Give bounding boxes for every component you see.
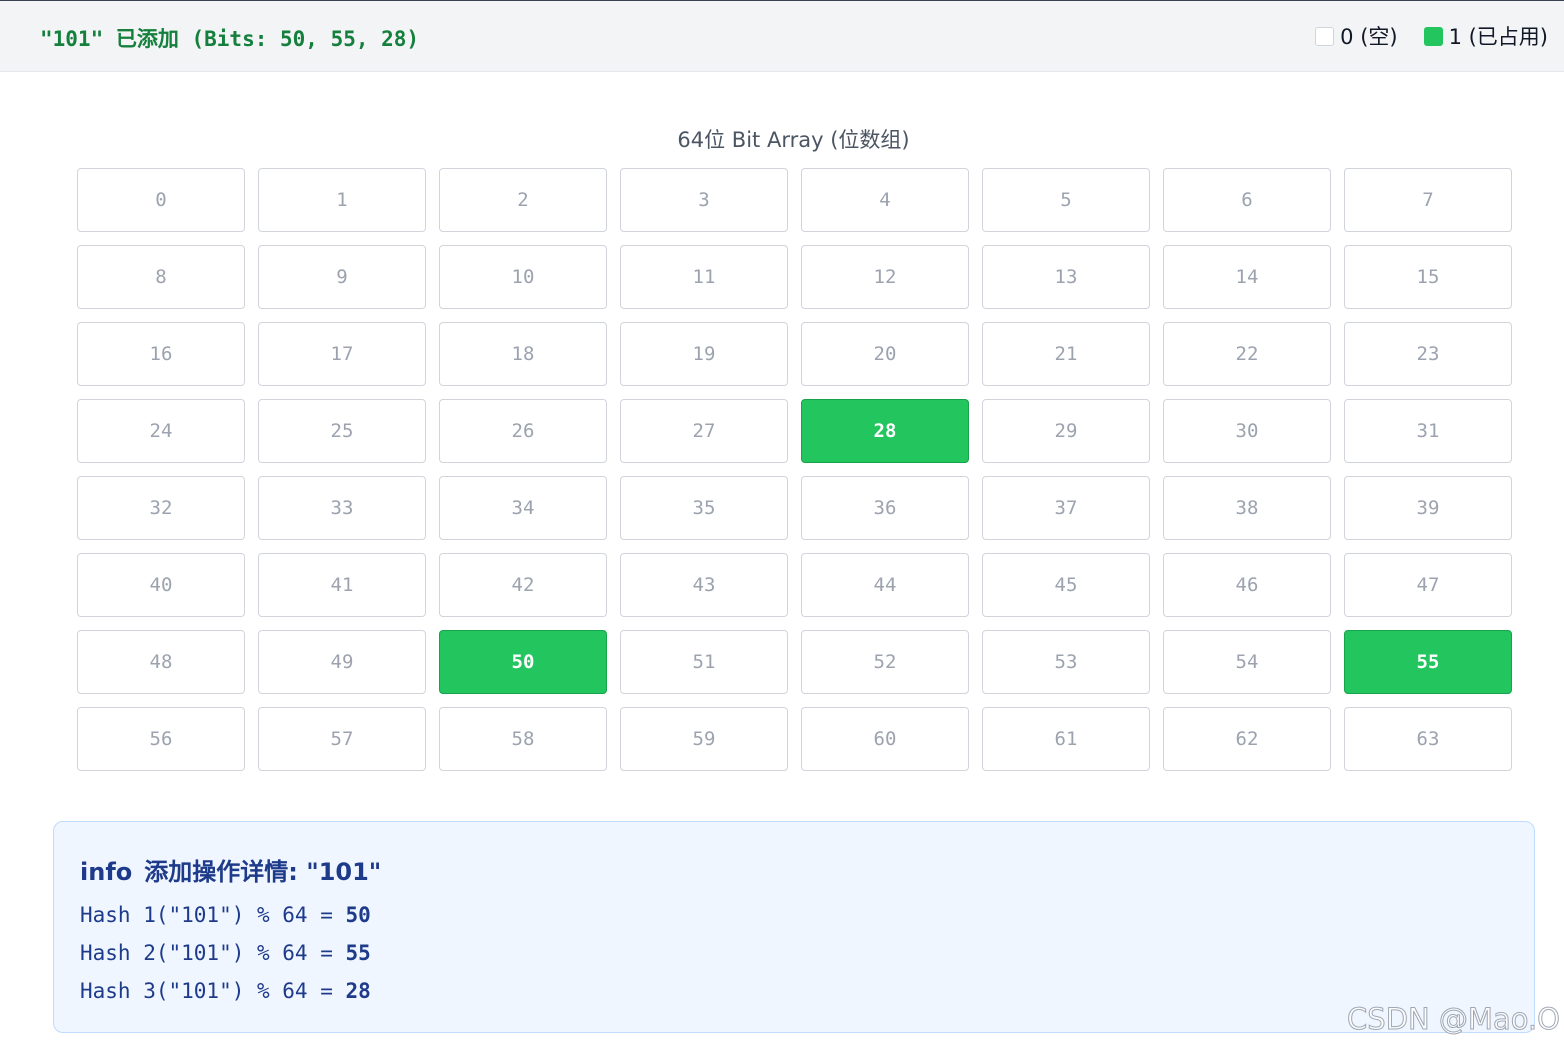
header-bar: "101" 已添加 (Bits: 50, 55, 28) 0 (空) 1 (已占… [0,0,1564,72]
bit-cell: 5 [982,168,1150,232]
hash-line: Hash 1("101") % 64 = 50 [80,902,371,940]
bit-cell: 35 [620,476,788,540]
bit-cell: 49 [258,630,426,694]
bit-cell: 58 [439,707,607,771]
bit-cell: 52 [801,630,969,694]
bit-cell: 11 [620,245,788,309]
bit-cell: 41 [258,553,426,617]
bit-cell: 12 [801,245,969,309]
bit-cell: 57 [258,707,426,771]
status-message: "101" 已添加 (Bits: 50, 55, 28) [40,27,420,51]
bit-cell: 45 [982,553,1150,617]
bit-cell: 44 [801,553,969,617]
bit-cell: 53 [982,630,1150,694]
bit-cell: 24 [77,399,245,463]
legend-item-used: 1 (已占用) [1423,21,1548,51]
hash-expression: Hash 2("101") % 64 = [80,941,346,965]
bit-cell: 27 [620,399,788,463]
hash-list: Hash 1("101") % 64 = 50 Hash 2("101") % … [80,902,371,1016]
bit-cell: 1 [258,168,426,232]
bit-cell: 37 [982,476,1150,540]
bit-cell: 7 [1344,168,1512,232]
hash-line: Hash 2("101") % 64 = 55 [80,940,371,978]
bit-cell: 34 [439,476,607,540]
bit-cell: 23 [1344,322,1512,386]
hash-line: Hash 3("101") % 64 = 28 [80,978,371,1016]
bit-cell-active: 55 [1344,630,1512,694]
bit-cell: 16 [77,322,245,386]
bit-cell: 25 [258,399,426,463]
bit-cell: 38 [1163,476,1331,540]
bit-cell: 59 [620,707,788,771]
info-title: info 添加操作详情: "101" [80,852,381,887]
bit-cell: 10 [439,245,607,309]
bit-cell: 40 [77,553,245,617]
bit-cell: 17 [258,322,426,386]
legend-label-used: 1 (已占用) [1448,25,1548,49]
bit-cell: 39 [1344,476,1512,540]
legend: 0 (空) 1 (已占用) [1289,21,1548,51]
bit-cell: 32 [77,476,245,540]
bit-cell: 36 [801,476,969,540]
hash-expression: Hash 3("101") % 64 = [80,979,346,1003]
bit-cell: 54 [1163,630,1331,694]
bit-cell: 33 [258,476,426,540]
info-title-text: 添加操作详情: "101" [144,858,382,886]
bit-cell: 21 [982,322,1150,386]
bit-cell: 63 [1344,707,1512,771]
bit-cell: 6 [1163,168,1331,232]
bit-cell: 43 [620,553,788,617]
bit-cell: 46 [1163,553,1331,617]
legend-item-empty: 0 (空) [1315,21,1398,51]
bit-cell: 9 [258,245,426,309]
bit-cell-active: 28 [801,399,969,463]
bit-cell: 22 [1163,322,1331,386]
bit-cell: 4 [801,168,969,232]
bit-cell: 31 [1344,399,1512,463]
bit-array-title: 64位 Bit Array (位数组) [677,128,910,152]
bit-cell: 56 [77,707,245,771]
legend-swatch-empty [1315,26,1335,46]
hash-result: 28 [345,979,371,1003]
hash-result: 55 [345,941,371,965]
legend-swatch-used [1423,26,1443,46]
bit-cell: 61 [982,707,1150,771]
bit-cell: 26 [439,399,607,463]
info-panel: info 添加操作详情: "101" Hash 1("101") % 64 = 5… [53,821,1535,1033]
hash-result: 50 [345,903,371,927]
bit-cell: 13 [982,245,1150,309]
bit-cell: 48 [77,630,245,694]
bit-cell: 2 [439,168,607,232]
bit-cell: 29 [982,399,1150,463]
bit-cell: 47 [1344,553,1512,617]
bit-cell: 3 [620,168,788,232]
bit-array-grid: 0 1 2 3 4 5 6 7 8 9 10 11 12 13 14 15 16 17 18 19 20 21 22 23 24… [77,168,1512,771]
legend-label-empty: 0 (空) [1340,25,1398,49]
bit-cell: 0 [77,168,245,232]
bit-cell: 18 [439,322,607,386]
bit-cell-active: 50 [439,630,607,694]
bit-cell: 42 [439,553,607,617]
bit-cell: 14 [1163,245,1331,309]
bit-cell: 51 [620,630,788,694]
bit-cell: 60 [801,707,969,771]
bit-cell: 8 [77,245,245,309]
hash-expression: Hash 1("101") % 64 = [80,903,346,927]
bit-cell: 15 [1344,245,1512,309]
bit-cell: 19 [620,322,788,386]
bit-cell: 62 [1163,707,1331,771]
info-keyword: info [80,858,133,886]
bit-cell: 20 [801,322,969,386]
bit-cell: 30 [1163,399,1331,463]
watermark: CSDN @Mao.O [1347,1002,1561,1037]
